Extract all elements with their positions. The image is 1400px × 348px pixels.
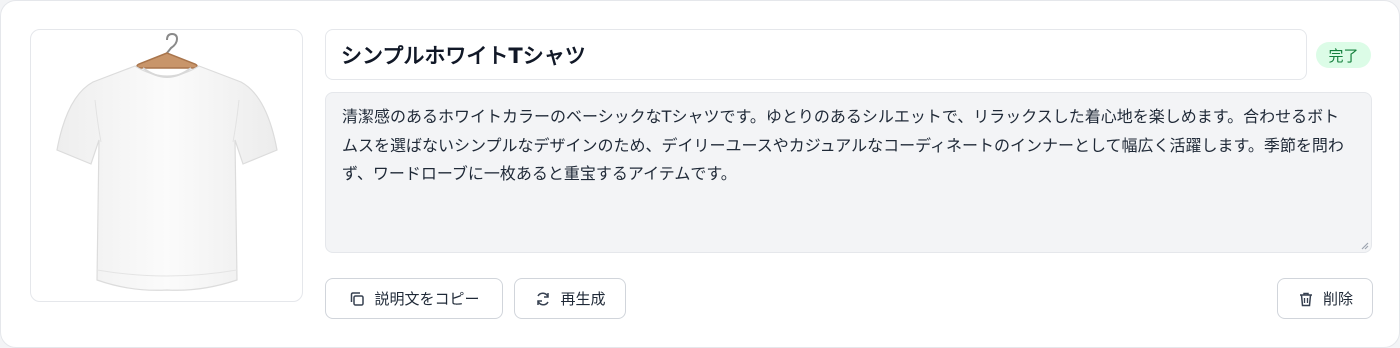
description-text: 清潔感のあるホワイトカラーのベーシックなTシャツです。ゆとりのあるシルエットで、… bbox=[342, 107, 1344, 183]
description-textarea[interactable]: 清潔感のあるホワイトカラーのベーシックなTシャツです。ゆとりのあるシルエットで、… bbox=[325, 92, 1372, 253]
tshirt-image bbox=[56, 32, 278, 291]
hanger-icon bbox=[136, 32, 198, 69]
product-details: シンプルホワイトTシャツ 完了 清潔感のあるホワイトカラーのベーシックなTシャツ… bbox=[325, 29, 1373, 321]
resize-handle-icon[interactable] bbox=[1359, 240, 1369, 250]
delete-button[interactable]: 削除 bbox=[1277, 278, 1373, 319]
product-title-text: シンプルホワイトTシャツ bbox=[341, 43, 586, 68]
delete-button-label: 削除 bbox=[1322, 290, 1353, 308]
product-card: シンプルホワイトTシャツ 完了 清潔感のあるホワイトカラーのベーシックなTシャツ… bbox=[0, 0, 1400, 348]
product-image bbox=[30, 29, 303, 302]
copy-icon bbox=[348, 290, 366, 308]
regenerate-button-label: 再生成 bbox=[560, 290, 606, 308]
refresh-icon bbox=[534, 290, 552, 308]
trash-icon bbox=[1297, 290, 1315, 308]
status-badge: 完了 bbox=[1316, 42, 1371, 68]
copy-button-label: 説明文をコピー bbox=[374, 290, 480, 308]
title-row: シンプルホワイトTシャツ 完了 bbox=[325, 29, 1373, 80]
product-title-input[interactable]: シンプルホワイトTシャツ bbox=[325, 29, 1307, 80]
regenerate-button[interactable]: 再生成 bbox=[514, 278, 626, 319]
copy-description-button[interactable]: 説明文をコピー bbox=[325, 278, 503, 319]
